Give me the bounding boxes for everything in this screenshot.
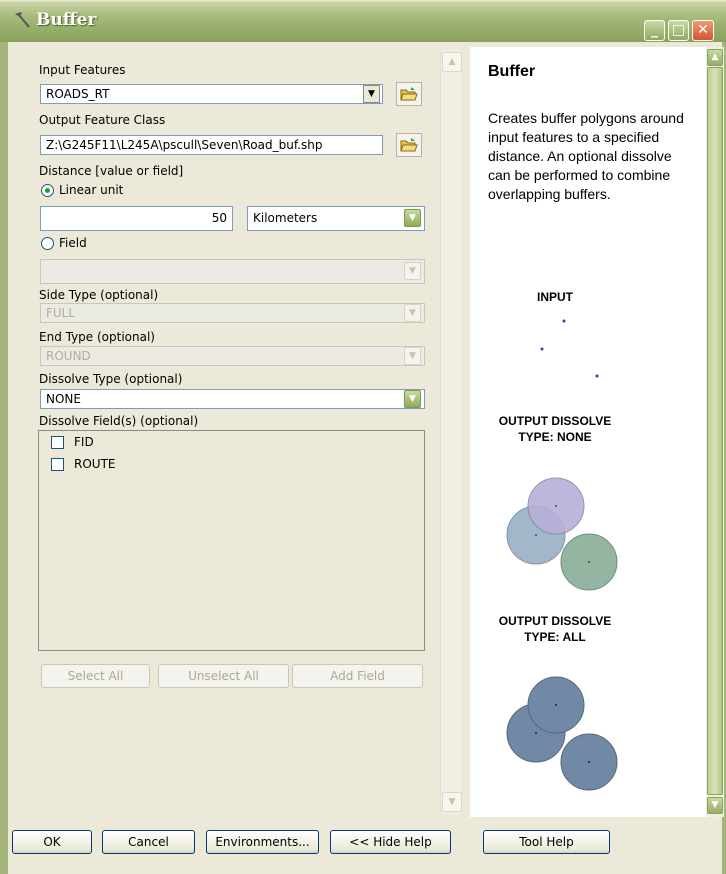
minimize-icon: _ [651,22,658,38]
field-label: Field [59,236,87,250]
input-points-diagram [540,319,599,378]
folder-open-icon [400,138,418,152]
output-feature-class-value: Z:\G245F11\L245A\pscull\Seven\Road_buf.s… [46,138,323,152]
distance-value-input[interactable]: 50 [40,206,233,231]
side-type-label: Side Type (optional) [39,288,159,302]
help-panel: Buffer Creates buffer polygons around in… [470,47,706,817]
help-title: Buffer [488,63,536,80]
environments-button[interactable]: Environments... [206,830,319,854]
chevron-down-icon: ▼ [409,394,416,404]
side-type-combo[interactable]: FULL [40,303,425,323]
chevron-down-icon: ▼ [409,351,416,361]
linear-unit-radio[interactable] [41,184,54,197]
distance-unit-combo[interactable]: Kilometers [247,206,425,231]
end-type-value: ROUND [46,349,91,363]
help-scrollbar[interactable]: ▲ ▼ [706,47,724,817]
output-all-diagram [506,676,618,791]
title-bar[interactable]: Buffer _ □ ✕ [0,0,726,42]
output-none-diagram [506,477,618,591]
window-title: Buffer [36,10,97,30]
chevron-up-icon: ▲ [711,52,719,62]
distance-label: Distance [value or field] [39,164,184,178]
browse-output-button[interactable] [396,133,422,157]
distance-field-dropdown-button[interactable]: ▼ [404,262,421,280]
chevron-down-icon: ▼ [409,266,416,276]
chevron-down-icon: ▼ [711,800,719,810]
side-type-value: FULL [46,306,76,320]
radio-selected-dot [45,188,50,193]
end-type-dropdown-button[interactable]: ▼ [404,347,421,365]
input-caption: INPUT [537,290,573,304]
input-features-dropdown-button[interactable]: ▼ [363,85,380,103]
tool-help-button[interactable]: Tool Help [483,830,610,854]
maximize-button[interactable]: □ [668,20,689,41]
scroll-down-button[interactable]: ▼ [442,792,462,812]
chevron-down-icon: ▼ [448,797,456,807]
unselect-all-button[interactable]: Unselect All [158,664,289,688]
distance-value: 50 [211,211,227,225]
distance-field-combo[interactable] [40,259,425,284]
route-checkbox[interactable] [51,458,64,471]
help-scroll-up-button[interactable]: ▲ [707,49,723,66]
minimize-button[interactable]: _ [644,20,665,41]
distance-unit-dropdown-button[interactable]: ▼ [404,209,421,227]
buffer-tool-dialog: Buffer _ □ ✕ Input Features ROADS_RT ▼ O… [0,0,726,874]
end-type-combo[interactable]: ROUND [40,346,425,366]
close-icon: ✕ [697,22,709,38]
distance-unit-value: Kilometers [253,211,318,225]
input-features-label: Input Features [39,63,126,77]
input-features-value: ROADS_RT [46,87,110,101]
chevron-down-icon: ▼ [409,308,416,318]
maximize-icon: □ [671,22,686,38]
dissolve-fields-label: Dissolve Field(s) (optional) [39,414,199,428]
output-feature-class-field[interactable]: Z:\G245F11\L245A\pscull\Seven\Road_buf.s… [40,135,383,155]
dissolve-type-label: Dissolve Type (optional) [39,372,183,386]
close-button[interactable]: ✕ [692,20,714,41]
help-scroll-thumb[interactable] [707,67,723,795]
dissolve-type-dropdown-button[interactable]: ▼ [404,390,421,408]
hide-help-button[interactable]: << Hide Help [330,830,451,854]
dissolve-type-combo[interactable]: NONE [40,389,425,409]
field-radio[interactable] [41,237,54,250]
hammer-icon [12,10,32,30]
chevron-down-icon: ▼ [368,89,375,99]
help-description: Creates buffer polygons around input fea… [488,110,684,202]
scroll-up-button[interactable]: ▲ [442,52,462,72]
folder-open-icon [400,87,418,101]
route-checkbox-label: ROUTE [74,457,116,471]
help-scroll-down-button[interactable]: ▼ [707,797,723,814]
chevron-down-icon: ▼ [409,213,416,223]
ok-button[interactable]: OK [12,830,92,854]
fid-checkbox-label: FID [74,435,94,449]
cancel-button[interactable]: Cancel [102,830,195,854]
linear-unit-label: Linear unit [59,183,124,197]
select-all-button[interactable]: Select All [41,664,150,688]
output-all-caption: OUTPUT DISSOLVE TYPE: ALL [498,614,612,644]
end-type-label: End Type (optional) [39,330,155,344]
parameters-scrollbar[interactable]: ▲ ▼ [440,50,462,814]
window-frame-left [0,42,8,874]
output-none-caption: OUTPUT DISSOLVE TYPE: NONE [498,414,612,444]
browse-input-button[interactable] [396,82,422,106]
side-type-dropdown-button[interactable]: ▼ [404,304,421,322]
input-features-combo[interactable]: ROADS_RT [40,84,383,104]
output-feature-class-label: Output Feature Class [39,113,166,127]
add-field-button[interactable]: Add Field [292,664,423,688]
fid-checkbox[interactable] [51,436,64,449]
dissolve-type-value: NONE [46,392,81,406]
chevron-up-icon: ▲ [448,57,456,67]
